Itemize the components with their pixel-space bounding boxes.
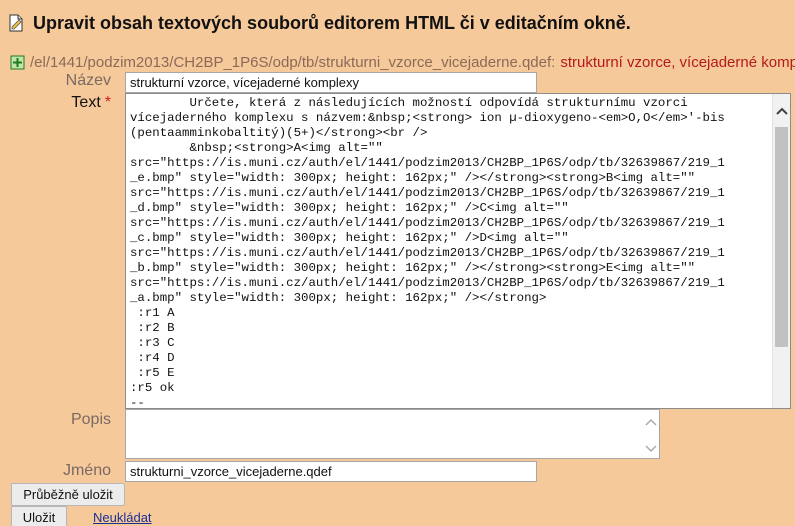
text-line: src="https://is.muni.cz/auth/el/1441/pod… bbox=[130, 216, 725, 230]
document-edit-icon bbox=[9, 14, 23, 32]
text-content[interactable]: Určete, která z následujících možností o… bbox=[130, 96, 770, 409]
text-line: _e.bmp" style="width: 300px; height: 162… bbox=[130, 171, 696, 185]
file-path-line: /el/1441/podzim2013/CH2BP_1P6S/odp/tb/st… bbox=[10, 52, 795, 72]
popis-label: Popis bbox=[70, 411, 111, 428]
popis-textarea[interactable] bbox=[125, 409, 660, 459]
text-line: _a.bmp" style="width: 300px; height: 162… bbox=[130, 291, 547, 305]
page-title: Upravit obsah textových souborů editorem… bbox=[33, 12, 631, 33]
text-line: :r4 D bbox=[130, 351, 175, 365]
page-header: Upravit obsah textových souborů editorem… bbox=[8, 10, 631, 36]
nazev-label: Název bbox=[65, 72, 111, 89]
discard-link[interactable]: Neukládat bbox=[93, 510, 152, 525]
file-display-name: strukturní vzorce, vícejaderné komplexy bbox=[560, 53, 795, 71]
jmeno-input[interactable]: strukturni_vzorce_vicejaderne.qdef bbox=[125, 461, 537, 482]
popis-scroll-up-icon[interactable] bbox=[642, 413, 659, 430]
jmeno-label: Jméno bbox=[62, 462, 111, 479]
page: Upravit obsah textových souborů editorem… bbox=[0, 0, 795, 526]
text-line: _b.bmp" style="width: 300px; height: 162… bbox=[130, 261, 696, 275]
text-scrollbar[interactable] bbox=[772, 94, 790, 408]
text-line: :r1 A bbox=[130, 306, 175, 320]
scroll-up-arrow-icon[interactable] bbox=[773, 102, 790, 119]
text-line: src="https://is.muni.cz/auth/el/1441/pod… bbox=[130, 156, 725, 170]
text-line: :r5 ok bbox=[130, 381, 175, 395]
text-line: &nbsp;<strong>A<img alt="" bbox=[130, 141, 383, 155]
scrollbar-thumb[interactable] bbox=[775, 127, 788, 347]
text-line: (pentaamminkobaltitý)(5+)</strong><br /> bbox=[130, 126, 428, 140]
text-label: Text * bbox=[0, 94, 111, 112]
text-line: src="https://is.muni.cz/auth/el/1441/pod… bbox=[130, 246, 725, 260]
popis-scroll-down-icon[interactable] bbox=[642, 440, 659, 457]
file-path: /el/1441/podzim2013/CH2BP_1P6S/odp/tb/st… bbox=[30, 53, 556, 71]
nazev-input[interactable]: strukturní vzorce, vícejaderné komplexy bbox=[125, 72, 537, 93]
text-line: :r5 E bbox=[130, 366, 175, 380]
green-plus-icon bbox=[10, 55, 25, 69]
text-line: vícejaderného komplexu s názvem:&nbsp;<s… bbox=[130, 111, 725, 125]
required-marker: * bbox=[104, 94, 111, 111]
text-label-text: Text bbox=[71, 94, 101, 111]
text-line: _c.bmp" style="width: 300px; height: 162… bbox=[130, 231, 569, 245]
save-button[interactable]: Uložit bbox=[11, 506, 67, 526]
text-line: src="https://is.muni.cz/auth/el/1441/pod… bbox=[130, 186, 725, 200]
text-line: _d.bmp" style="width: 300px; height: 162… bbox=[130, 201, 569, 215]
text-line: :r2 B bbox=[130, 321, 175, 335]
text-content-editor[interactable]: Určete, která z následujících možností o… bbox=[125, 93, 791, 409]
text-line: Určete, která z následujících možností o… bbox=[130, 96, 688, 110]
text-line: src="https://is.muni.cz/auth/el/1441/pod… bbox=[130, 276, 725, 290]
save-progress-button[interactable]: Průběžně uložit bbox=[11, 483, 125, 506]
text-line: :r3 C bbox=[130, 336, 175, 350]
text-line: -- bbox=[130, 396, 145, 409]
